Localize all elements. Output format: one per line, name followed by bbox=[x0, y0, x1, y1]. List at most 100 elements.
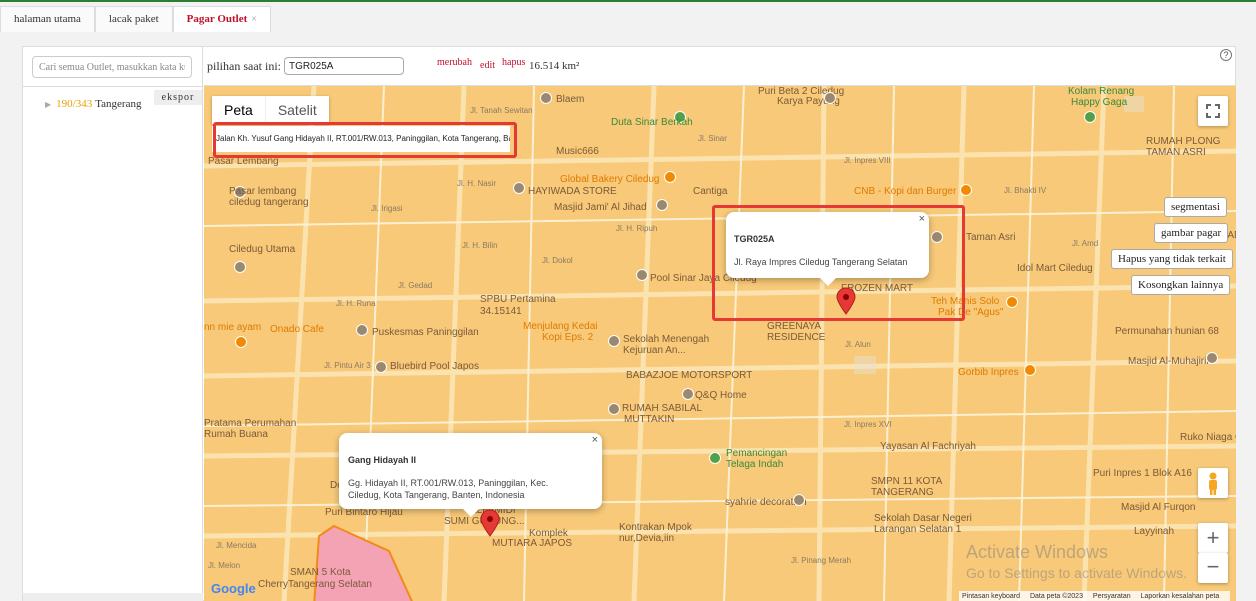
place-label: SMPN 11 KOTA bbox=[871, 476, 943, 487]
popup-address-line: Ciledug, Kota Tangerang, Banten, Indones… bbox=[348, 490, 525, 500]
place-label: SPBU Pertamina bbox=[480, 294, 556, 305]
place-label: Masjid Jami' Al Jihad bbox=[554, 202, 647, 213]
place-pin-icon bbox=[234, 261, 246, 273]
keyboard-shortcuts-link[interactable]: Pintasan keyboard bbox=[962, 593, 1020, 600]
map-toolbar: pilihan saat ini: merubah edit hapus 16.… bbox=[204, 47, 1236, 86]
place-label: Pemancingan bbox=[726, 448, 788, 459]
place-label: Rumah Buana bbox=[204, 429, 268, 440]
report-error-link[interactable]: Laporkan kesalahan peta bbox=[1141, 593, 1220, 600]
place-pin-icon bbox=[1006, 296, 1018, 308]
map-attribution: Pintasan keyboard Data peta ©2023 Persya… bbox=[959, 591, 1231, 601]
place-label: Gorbib Inpres bbox=[958, 367, 1019, 378]
marker-red-icon[interactable] bbox=[836, 287, 856, 315]
road-label: Jl. Bhakti IV bbox=[1004, 186, 1047, 195]
road-label: Jl. Tanah Sewitan bbox=[470, 106, 533, 115]
road-label: Jl. Inpres VIII bbox=[844, 156, 891, 165]
place-pin-icon bbox=[1084, 111, 1096, 123]
road-label: Jl. Irigasi bbox=[371, 204, 403, 213]
place-pin-icon bbox=[793, 494, 805, 506]
place-label: Q&Q Home bbox=[695, 390, 747, 401]
place-label: nn mie ayam bbox=[204, 322, 262, 333]
zoom-in-button[interactable]: + bbox=[1198, 523, 1228, 553]
place-pin-icon bbox=[824, 92, 836, 104]
place-label: Larangan Selatan 1 bbox=[874, 524, 962, 535]
place-label: BABAZJOE MOTORSPORT bbox=[626, 370, 753, 381]
outlet-count: 190/343 bbox=[56, 98, 93, 110]
segmentasi-button[interactable]: segmentasi bbox=[1164, 197, 1227, 217]
edit-link[interactable]: edit bbox=[480, 60, 495, 71]
popup-title: Gang Hidayah II bbox=[348, 455, 417, 465]
map-type-peta[interactable]: Peta bbox=[212, 96, 266, 124]
map-canvas[interactable]: Blaem Duta Sinar Berkah Puri Beta 2 Cile… bbox=[204, 86, 1236, 601]
tab-halaman-utama[interactable]: halaman utama bbox=[0, 6, 95, 32]
main-panel: ekspor ▶ 190/343 Tangerang pilihan saat … bbox=[22, 46, 1236, 601]
place-label: 34.15141 bbox=[480, 306, 522, 317]
highlight-box-address bbox=[213, 122, 517, 158]
fullscreen-icon[interactable] bbox=[1198, 96, 1228, 126]
road-label: Jl. Alun bbox=[845, 340, 871, 349]
place-pin-icon bbox=[356, 324, 368, 336]
street-view-pegman-icon[interactable] bbox=[1198, 468, 1228, 498]
tab-pagar-outlet[interactable]: Pagar Outlet × bbox=[172, 6, 271, 32]
place-label: RUMAH SABILAL bbox=[622, 403, 703, 414]
change-link[interactable]: merubah bbox=[437, 57, 472, 68]
place-label: Cantiga bbox=[693, 186, 728, 197]
minus-icon: − bbox=[1206, 554, 1220, 579]
place-pin-icon bbox=[960, 184, 972, 196]
place-label: Kolam Renang bbox=[1068, 86, 1135, 97]
place-pin-icon bbox=[375, 361, 387, 373]
google-logo-text: Google bbox=[211, 581, 256, 596]
place-label: SMAN 5 Kota bbox=[290, 567, 351, 578]
place-label: Ruko Niaga Ci bbox=[1180, 432, 1236, 443]
place-label: MUTIARA JAPOS bbox=[492, 538, 573, 549]
caret-right-icon[interactable]: ▶ bbox=[45, 100, 51, 109]
map-type-satelit[interactable]: Satelit bbox=[266, 96, 329, 124]
location-info-popup: Gang Hidayah II Gg. Hidayah II, RT.001/R… bbox=[339, 433, 602, 517]
tab-label: lacak paket bbox=[108, 13, 159, 25]
place-pin-icon bbox=[709, 452, 721, 464]
place-label: TAMAN ASRI bbox=[1146, 147, 1206, 158]
tab-label: Pagar Outlet bbox=[186, 13, 248, 25]
terms-link[interactable]: Persyaratan bbox=[1093, 593, 1131, 600]
place-label: Blaem bbox=[556, 94, 585, 105]
tab-close-icon[interactable]: × bbox=[251, 14, 257, 25]
tab-lacak-paket[interactable]: lacak paket bbox=[94, 6, 173, 32]
outlet-sidebar: ekspor ▶ 190/343 Tangerang bbox=[23, 47, 203, 601]
place-label: Yayasan Al Fachriyah bbox=[880, 441, 976, 452]
place-label: Pratama Perumahan bbox=[204, 418, 297, 429]
export-button[interactable]: ekspor bbox=[154, 90, 202, 105]
selection-input[interactable] bbox=[284, 57, 404, 75]
road-label: Jl. H. Ripuh bbox=[616, 224, 658, 233]
place-label: Sekolah Menengah bbox=[623, 334, 710, 345]
hapus-tidak-terkait-button[interactable]: Hapus yang tidak terkait bbox=[1111, 249, 1233, 269]
place-pin-icon bbox=[1206, 352, 1218, 364]
gambar-pagar-button[interactable]: gambar pagar bbox=[1154, 223, 1229, 243]
place-label: Cherry bbox=[258, 579, 289, 590]
activate-windows-title: Activate Windows bbox=[966, 542, 1109, 562]
place-label: MUTTAKIN bbox=[624, 414, 675, 425]
marker-red-icon[interactable] bbox=[480, 509, 500, 537]
popup-address-line: Gg. Hidayah II, RT.001/RW.013, Paninggil… bbox=[348, 478, 549, 488]
close-icon[interactable]: × bbox=[592, 434, 598, 446]
tab-label: halaman utama bbox=[14, 13, 81, 25]
outlet-search-input[interactable] bbox=[32, 56, 192, 78]
place-label: Taman Asri bbox=[966, 232, 1016, 243]
place-label: Telaga Indah bbox=[726, 459, 784, 470]
place-label: Puskesmas Paninggilan bbox=[372, 327, 479, 338]
place-pin-icon bbox=[664, 171, 676, 183]
delete-link[interactable]: hapus bbox=[502, 57, 525, 68]
map-type-control: Peta Satelit bbox=[212, 96, 329, 124]
place-label: Masjid Al Furqon bbox=[1121, 502, 1196, 513]
road-label: Jl. H. Runa bbox=[336, 299, 376, 308]
kosongkan-lainnya-button[interactable]: Kosongkan lainnya bbox=[1131, 275, 1231, 295]
zoom-out-button[interactable]: − bbox=[1198, 553, 1228, 583]
road-label: Jl. Inpres XVI bbox=[844, 420, 892, 429]
region-name: Tangerang bbox=[95, 98, 142, 110]
place-label: nur,Devia,iin bbox=[619, 533, 675, 544]
place-label: Sekolah Dasar Negeri bbox=[874, 513, 972, 524]
sidebar-scrollbar[interactable] bbox=[23, 593, 203, 601]
place-pin-icon bbox=[1024, 364, 1036, 376]
place-label: Pasar lembang bbox=[229, 186, 297, 197]
help-icon[interactable]: ? bbox=[1220, 49, 1232, 61]
tree-item-tangerang[interactable]: ▶ 190/343 Tangerang bbox=[45, 98, 141, 110]
